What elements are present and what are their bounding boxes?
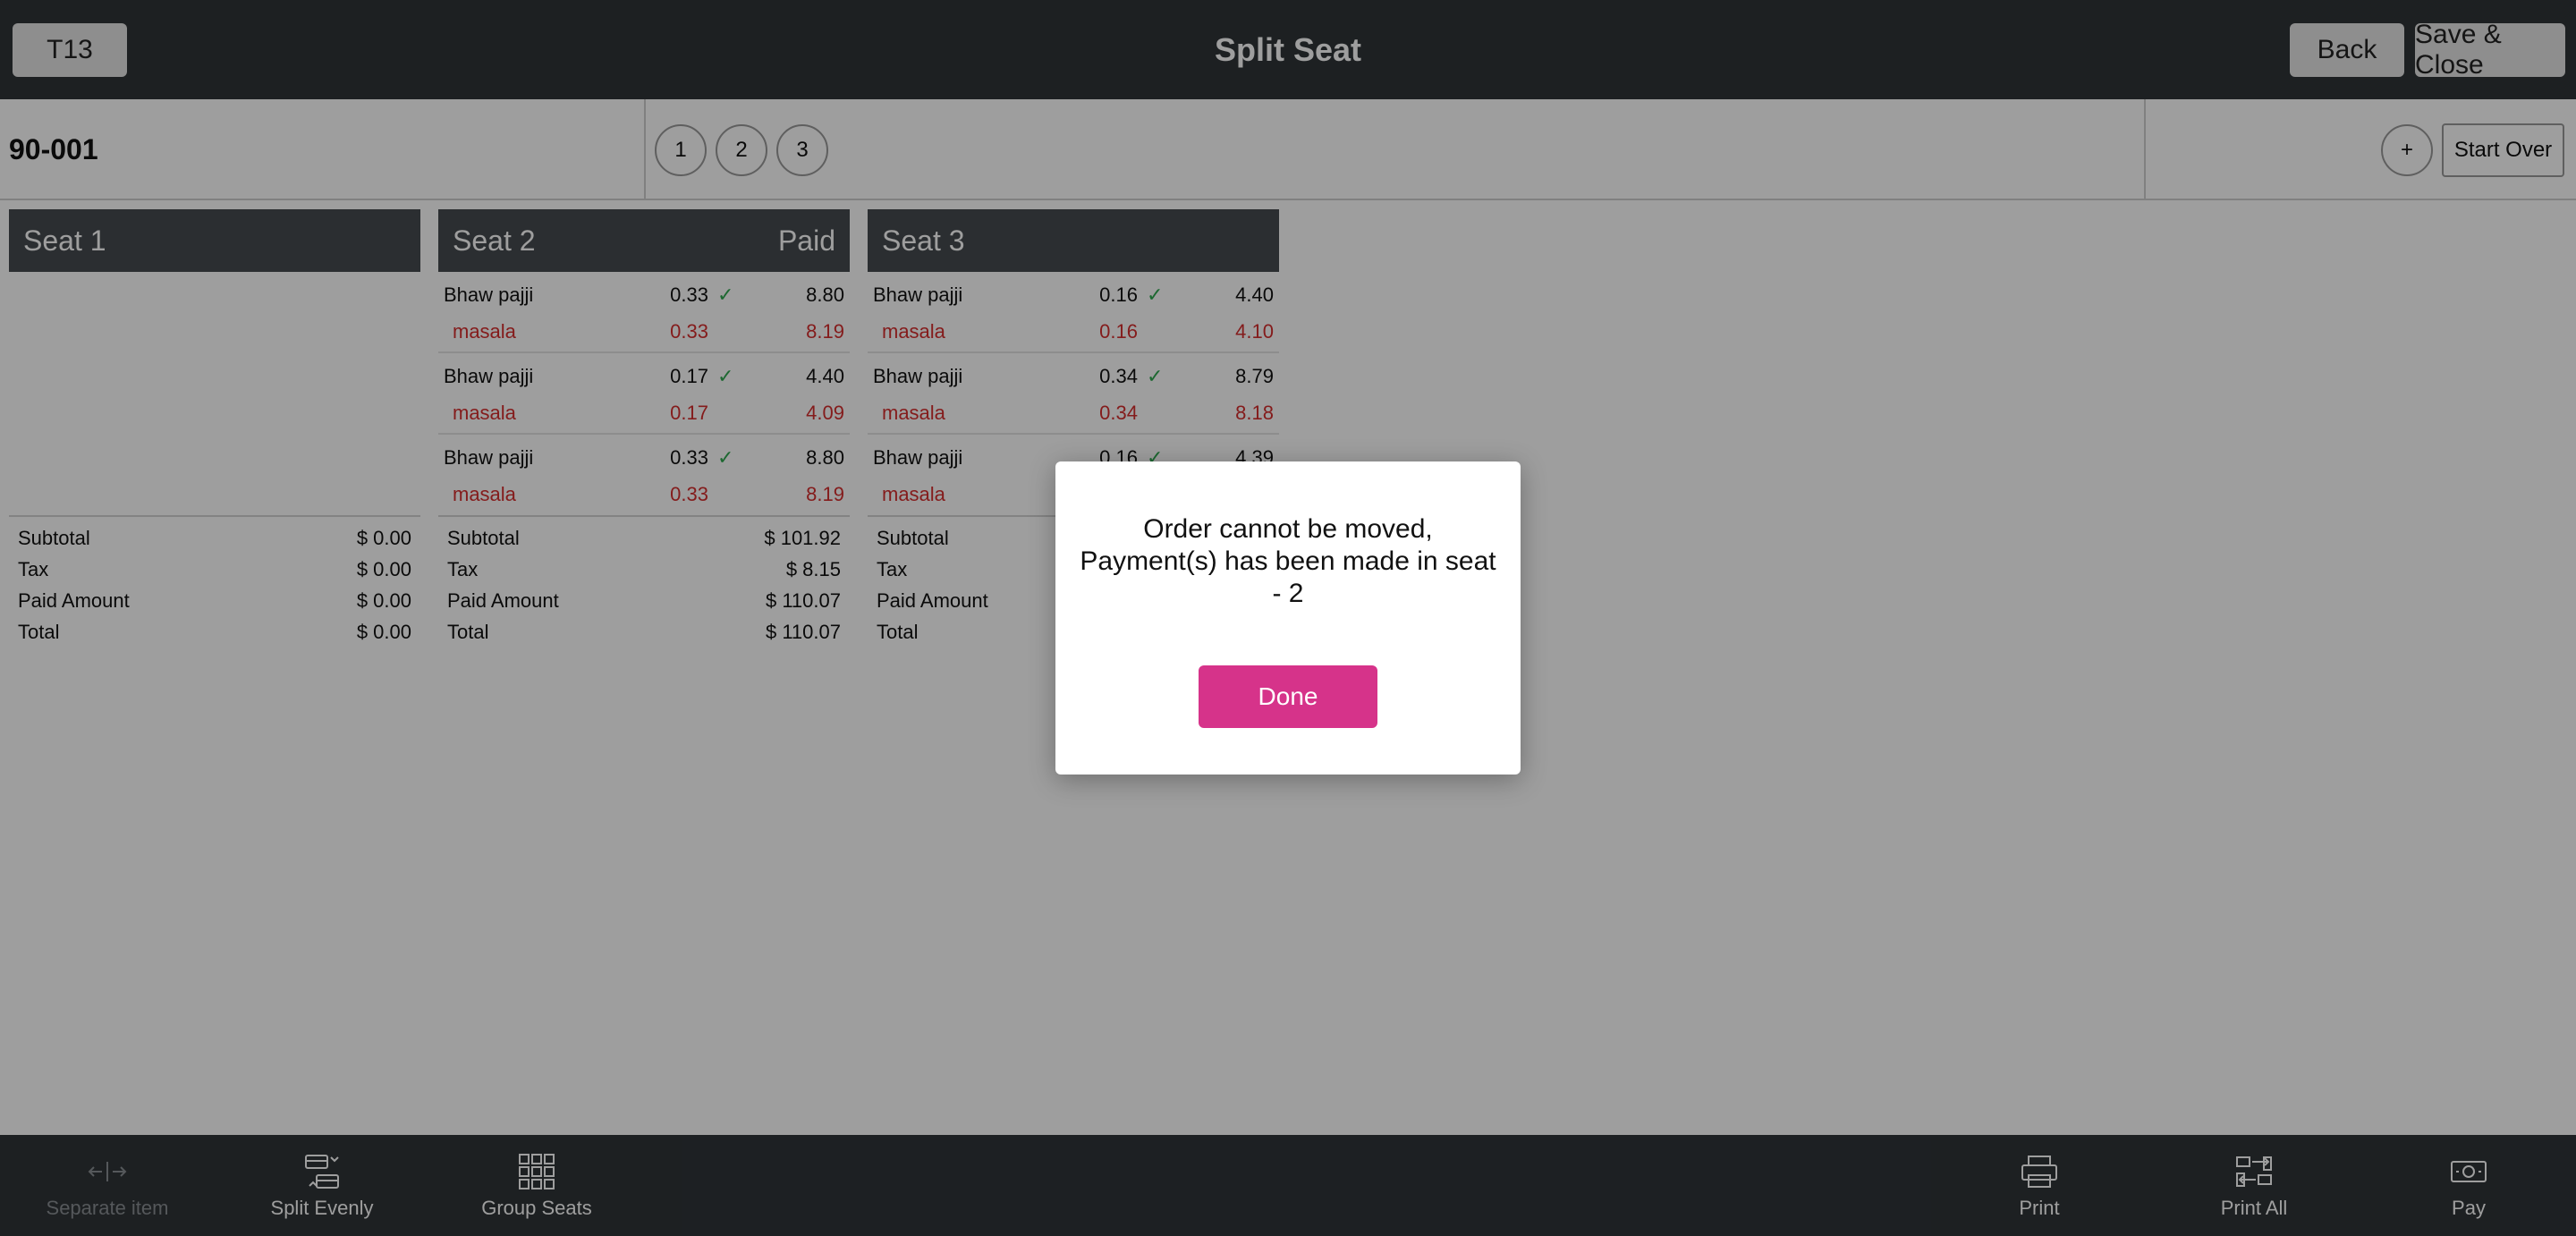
- dialog-message: Order cannot be moved, Payment(s) has be…: [1080, 514, 1496, 608]
- done-button[interactable]: Done: [1199, 665, 1377, 728]
- alert-dialog: Order cannot be moved, Payment(s) has be…: [1055, 461, 1521, 775]
